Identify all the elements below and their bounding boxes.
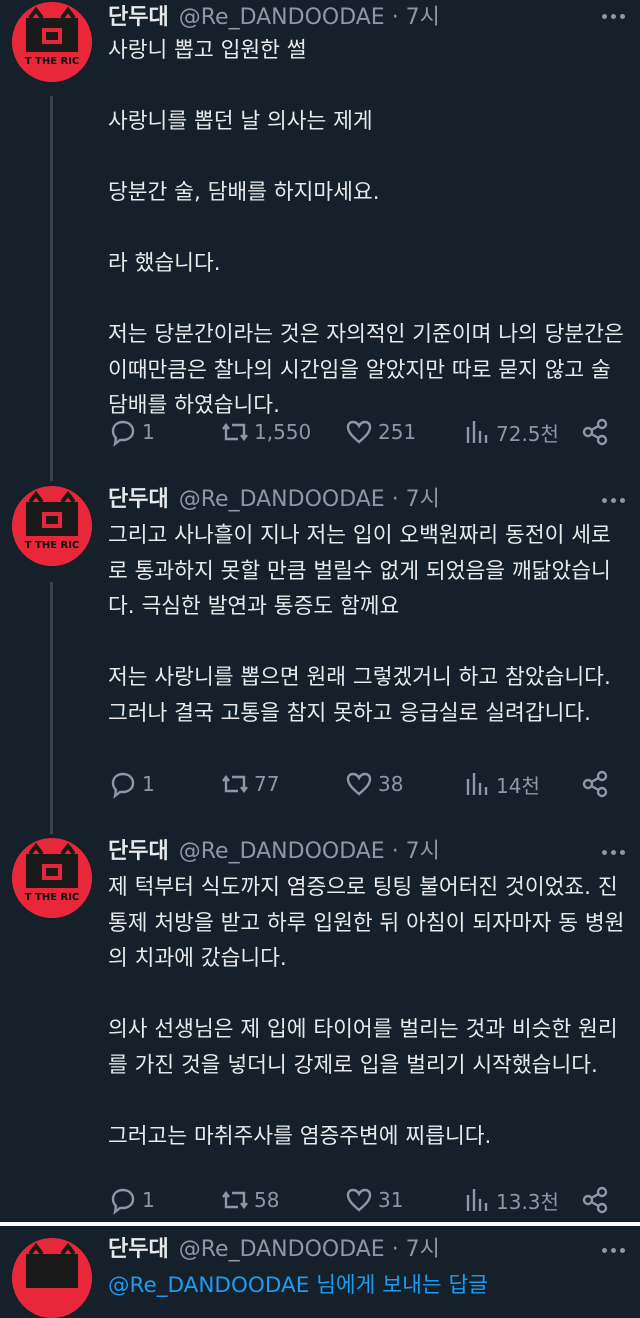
avatar-text: T THE RIC xyxy=(25,56,80,67)
retweet-count: 58 xyxy=(254,1188,280,1212)
reply-count: 1 xyxy=(142,772,155,796)
more-options-icon[interactable] xyxy=(598,4,628,28)
reply-button[interactable]: 1 xyxy=(108,1182,155,1218)
tweet-header: 단두대 @Re_DANDOODAE · 7시 xyxy=(108,1234,440,1266)
tweet-text: 그리고 사나흘이 지나 저는 입이 오백원짜리 동전이 세로로 통과하지 못할 … xyxy=(108,523,611,726)
views-button[interactable]: 14천 xyxy=(462,766,540,802)
tweet-header: 단두대 @Re_DANDOODAE · 7시 xyxy=(108,2,440,34)
more-options-icon[interactable] xyxy=(598,1238,628,1262)
share-icon[interactable] xyxy=(580,1185,610,1215)
reply-count: 1 xyxy=(142,1188,155,1212)
tweet-header: 단두대 @Re_DANDOODAE · 7시 xyxy=(108,484,440,516)
views-chart-icon xyxy=(466,421,488,443)
like-count: 38 xyxy=(378,772,404,796)
views-chart-icon xyxy=(466,1189,488,1211)
avatar[interactable] xyxy=(12,1238,92,1318)
author-name[interactable]: 단두대 xyxy=(108,487,169,512)
divider xyxy=(0,1222,640,1226)
like-button[interactable]: 251 xyxy=(344,414,416,450)
view-count: 72.5천 xyxy=(496,421,559,446)
author-name[interactable]: 단두대 xyxy=(108,5,169,30)
author-name[interactable]: 단두대 xyxy=(108,1237,169,1262)
reply-button[interactable]: 1 xyxy=(108,766,155,802)
reply-icon xyxy=(111,772,135,799)
heart-icon xyxy=(346,1188,372,1212)
reply-button[interactable]: 1 xyxy=(108,414,155,450)
avatar-text: T THE RIC xyxy=(25,892,80,903)
views-chart-icon xyxy=(466,773,488,795)
author-handle-time[interactable]: @Re_DANDOODAE · 7시 xyxy=(179,1237,440,1262)
retweet-icon xyxy=(222,423,248,441)
avatar[interactable]: T THE RIC xyxy=(12,2,92,82)
like-count: 31 xyxy=(378,1188,404,1212)
view-count: 13.3천 xyxy=(496,1189,559,1214)
tweet-text: 제 턱부터 식도까지 염증으로 팅팅 불어터진 것이었죠. 진통제 처방을 받고… xyxy=(108,875,625,1149)
like-button[interactable]: 38 xyxy=(344,766,403,802)
retweet-button[interactable]: 1,550 xyxy=(220,414,311,450)
tweet-actions: 1 58 31 13.3천 xyxy=(108,1182,628,1218)
retweet-count: 77 xyxy=(254,772,280,796)
author-name[interactable]: 단두대 xyxy=(108,839,169,864)
tweet-header: 단두대 @Re_DANDOODAE · 7시 xyxy=(108,836,440,868)
views-button[interactable]: 72.5천 xyxy=(462,414,559,450)
tweet-actions: 1 77 38 14천 xyxy=(108,766,628,802)
reply-to-line[interactable]: @Re_DANDOODAE 님에게 보내는 답글 xyxy=(108,1268,488,1299)
author-handle-time[interactable]: @Re_DANDOODAE · 7시 xyxy=(179,5,440,30)
reply-count: 1 xyxy=(142,420,155,444)
avatar[interactable]: T THE RIC xyxy=(12,486,92,566)
more-options-icon[interactable] xyxy=(598,840,628,864)
share-icon[interactable] xyxy=(580,769,610,799)
tweet-text: 사랑니 뽑고 입원한 썰 사랑니를 뽑던 날 의사는 제게 당분간 술, 담배를… xyxy=(108,38,624,418)
reply-icon xyxy=(111,1188,135,1215)
author-handle-time[interactable]: @Re_DANDOODAE · 7시 xyxy=(179,487,440,512)
heart-icon xyxy=(346,772,372,796)
retweet-icon xyxy=(222,775,248,793)
share-icon[interactable] xyxy=(580,417,610,447)
views-button[interactable]: 13.3천 xyxy=(462,1182,559,1218)
thread-line xyxy=(50,96,53,481)
avatar-text: T THE RIC xyxy=(25,540,80,551)
more-options-icon[interactable] xyxy=(598,488,628,512)
heart-icon xyxy=(346,420,372,444)
view-count: 14천 xyxy=(496,773,540,798)
retweet-button[interactable]: 77 xyxy=(220,766,279,802)
retweet-count: 1,550 xyxy=(254,420,312,444)
author-handle-time[interactable]: @Re_DANDOODAE · 7시 xyxy=(179,839,440,864)
like-count: 251 xyxy=(378,420,417,444)
like-button[interactable]: 31 xyxy=(344,1182,403,1218)
retweet-icon xyxy=(222,1191,248,1209)
retweet-button[interactable]: 58 xyxy=(220,1182,279,1218)
thread-line xyxy=(50,582,53,834)
avatar[interactable]: T THE RIC xyxy=(12,838,92,918)
reply-icon xyxy=(111,420,135,447)
tweet-actions: 1 1,550 251 72.5천 xyxy=(108,414,628,450)
